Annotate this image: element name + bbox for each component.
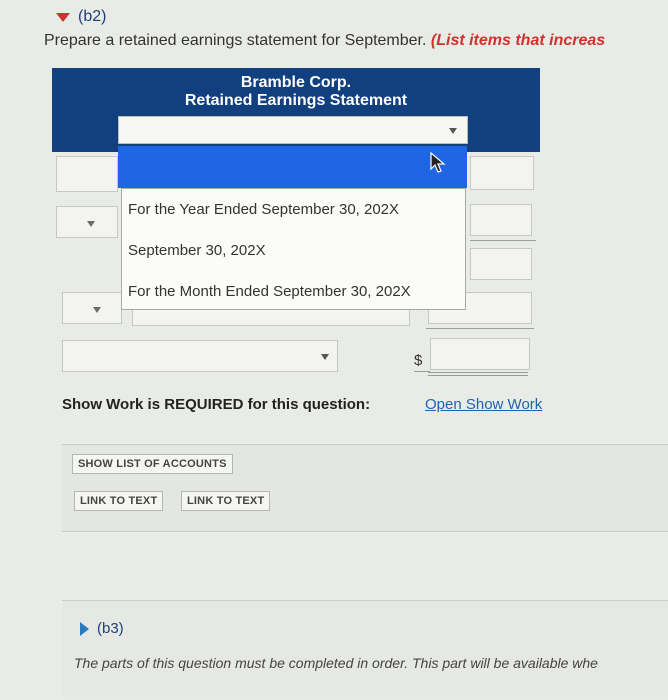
- section-b3-panel: [62, 600, 668, 697]
- date-option-year[interactable]: For the Year Ended September 30, 202X: [128, 201, 399, 218]
- ending-balance-amount-input[interactable]: [430, 338, 530, 370]
- open-show-work-link[interactable]: Open Show Work: [425, 396, 542, 413]
- dropdown-arrow-icon: [87, 221, 95, 227]
- statement-date-select[interactable]: [118, 116, 468, 144]
- date-option-month[interactable]: For the Month Ended September 30, 202X: [128, 283, 411, 300]
- prompt-text: Prepare a retained earnings statement fo…: [44, 32, 431, 49]
- question-prompt: Prepare a retained earnings statement fo…: [44, 32, 605, 50]
- description-input-row-4[interactable]: [132, 308, 410, 326]
- show-list-of-accounts-button[interactable]: SHOW LIST OF ACCOUNTS: [72, 454, 233, 474]
- dollar-sign: $: [414, 352, 423, 369]
- mouse-cursor-icon: [430, 152, 446, 173]
- link-to-text-button-1[interactable]: LINK TO TEXT: [74, 491, 164, 511]
- row-box-left-1[interactable]: [56, 156, 118, 192]
- show-work-label: Show Work is REQUIRED for this question:: [62, 396, 371, 413]
- link-to-text-button-2[interactable]: LINK TO TEXT: [181, 491, 271, 511]
- underline-row-4: [426, 328, 534, 329]
- section-b3-toggle[interactable]: (b3): [80, 620, 124, 637]
- section-b2-toggle[interactable]: (b2): [56, 8, 106, 26]
- ending-balance-select[interactable]: [62, 340, 338, 372]
- statement-title: Retained Earnings Statement: [184, 92, 408, 109]
- section-b2-label: (b2): [78, 8, 107, 25]
- section-b3-notice: The parts of this question must be compl…: [74, 655, 598, 671]
- dropdown-highlighted-option[interactable]: [118, 146, 467, 188]
- amount-input-row-2[interactable]: [470, 204, 532, 236]
- row-box-right-1[interactable]: [470, 156, 534, 190]
- amount-input-row-3[interactable]: [470, 248, 532, 280]
- date-options-list: For the Year Ended September 30, 202X Se…: [121, 188, 466, 310]
- double-underline-top: [428, 372, 528, 373]
- expand-arrow-icon: [80, 621, 89, 636]
- double-underline-bottom: [428, 375, 528, 376]
- dropdown-arrow-icon: [321, 354, 329, 360]
- company-name: Bramble Corp.: [240, 74, 352, 91]
- date-option-date[interactable]: September 30, 202X: [128, 242, 266, 259]
- account-select-row-2[interactable]: [56, 206, 118, 238]
- dropdown-arrow-icon: [93, 307, 101, 313]
- section-b3-label: (b3): [97, 620, 124, 637]
- dropdown-arrow-icon: [449, 128, 457, 134]
- collapse-arrow-icon: [56, 12, 70, 22]
- account-select-row-4[interactable]: [62, 292, 122, 324]
- underline-row-2: [470, 240, 536, 241]
- prompt-emphasis: (List items that increas: [430, 32, 606, 49]
